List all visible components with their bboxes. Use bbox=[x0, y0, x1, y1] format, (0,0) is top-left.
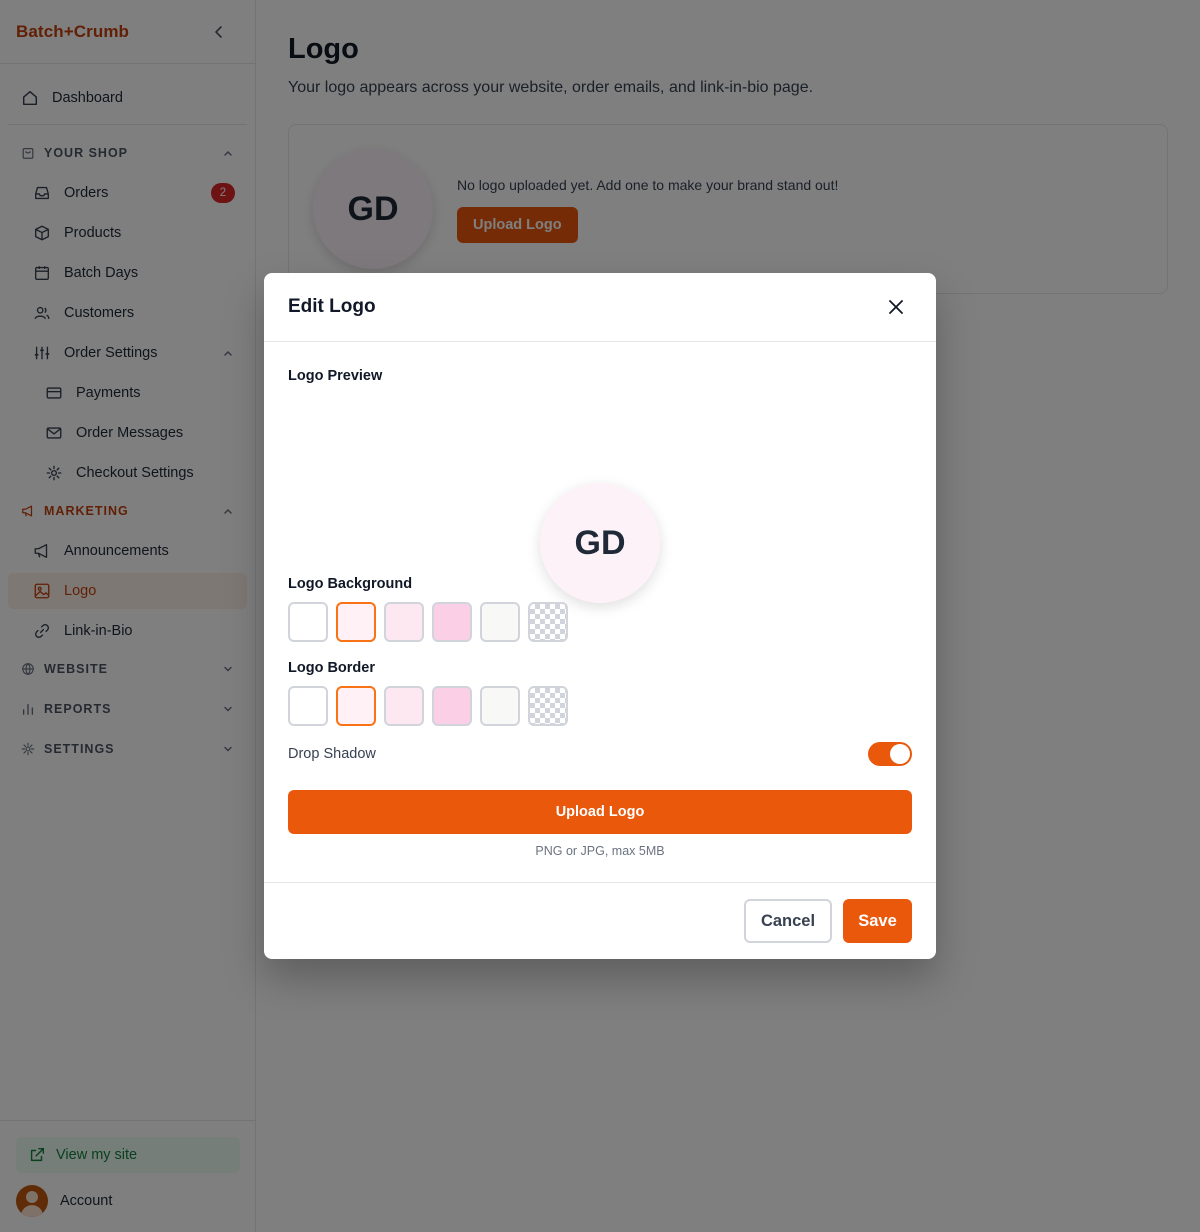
dialog-header: Edit Logo bbox=[264, 273, 936, 342]
upload-hint: PNG or JPG, max 5MB bbox=[535, 844, 665, 858]
border-swatch-off-white[interactable] bbox=[480, 686, 520, 726]
drop-shadow-label: Drop Shadow bbox=[288, 746, 376, 762]
toggle-knob bbox=[890, 744, 910, 764]
close-icon[interactable] bbox=[884, 295, 908, 319]
logo-preview-label: Logo Preview bbox=[288, 368, 383, 384]
border-swatch-transparent[interactable] bbox=[528, 686, 568, 726]
background-swatches bbox=[288, 602, 576, 642]
border-swatch-pink[interactable] bbox=[432, 686, 472, 726]
border-swatches bbox=[288, 686, 576, 726]
logo-border-label: Logo Border bbox=[288, 660, 375, 676]
border-swatch-white[interactable] bbox=[288, 686, 328, 726]
dialog-title: Edit Logo bbox=[288, 296, 376, 317]
save-button[interactable]: Save bbox=[843, 899, 912, 943]
bg-swatch-light-pink[interactable] bbox=[384, 602, 424, 642]
logo-background-label: Logo Background bbox=[288, 576, 413, 592]
bg-swatch-white[interactable] bbox=[288, 602, 328, 642]
logo-preview: GD bbox=[540, 483, 660, 603]
bg-swatch-transparent[interactable] bbox=[528, 602, 568, 642]
bg-swatch-off-white[interactable] bbox=[480, 602, 520, 642]
border-swatch-blush[interactable] bbox=[336, 686, 376, 726]
drop-shadow-toggle[interactable] bbox=[868, 742, 912, 766]
bg-swatch-blush[interactable] bbox=[336, 602, 376, 642]
border-swatch-light-pink[interactable] bbox=[384, 686, 424, 726]
cancel-button[interactable]: Cancel bbox=[744, 899, 832, 943]
bg-swatch-pink[interactable] bbox=[432, 602, 472, 642]
dialog-footer: Cancel Save bbox=[264, 882, 936, 959]
upload-logo-button[interactable]: Upload Logo bbox=[288, 790, 912, 834]
edit-logo-dialog: Edit Logo Logo Preview GD Logo Backgroun… bbox=[264, 273, 936, 959]
